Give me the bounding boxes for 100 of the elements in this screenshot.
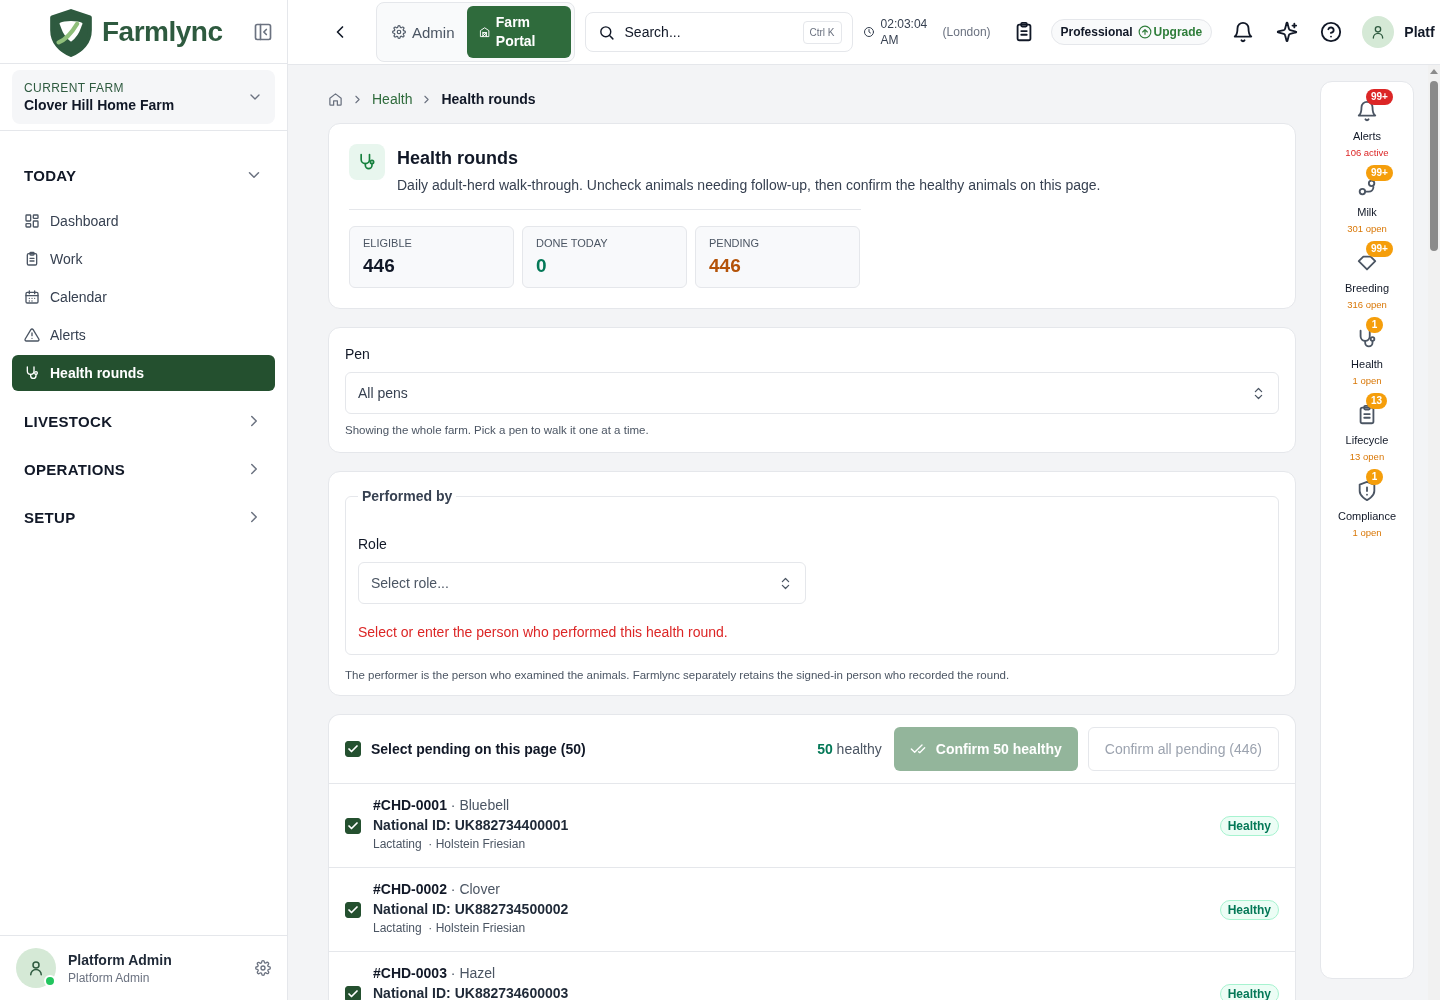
animal-details: Lactating · Holstein Friesian: [373, 921, 527, 935]
animal-row[interactable]: #CHD-0003 · Hazel National ID: UK882734600003 Healthy: [329, 952, 1295, 1000]
quick-link[interactable]: 99+ Milk 301 open: [1322, 166, 1412, 234]
breadcrumb-link[interactable]: Health: [372, 91, 413, 107]
collapse-sidebar-button[interactable]: [253, 21, 273, 42]
check-icon: [347, 987, 359, 1000]
animal-row[interactable]: #CHD-0002 · Clover National ID: UK882734500002 Lactating · Holstein Friesian Healthy: [329, 868, 1295, 952]
status-badge: Healthy: [1219, 899, 1279, 920]
portal-tab[interactable]: Farm Portal: [466, 6, 571, 58]
nav-item[interactable]: Health rounds: [12, 355, 275, 391]
animal-row[interactable]: #CHD-0001 · Bluebell National ID: UK882734400001 Lactating · Holstein Friesian Healthy: [329, 784, 1295, 868]
settings-icon: [392, 25, 406, 39]
status-badge: Healthy: [1219, 815, 1279, 836]
barn-icon: [478, 25, 490, 39]
check-icon: [347, 819, 359, 832]
healthy-count: 50 healthy: [817, 741, 882, 757]
stat-label: ELIGIBLE: [363, 237, 413, 249]
user-name: Platform Admin: [68, 951, 173, 968]
farm-selector[interactable]: CURRENT FARM Clover Hill Home Farm: [12, 70, 275, 124]
national-id: National ID: UK882734400001: [373, 817, 570, 833]
item-status: 13 open: [1349, 451, 1385, 462]
item-status: 316 open: [1347, 299, 1387, 310]
clock-time: 02:03:04 AM: [880, 16, 929, 48]
user-name[interactable]: Platf: [1404, 24, 1435, 40]
stat-value: 0: [536, 255, 548, 277]
shortcut-hint: Ctrl K: [802, 20, 842, 44]
nav-section[interactable]: TODAY: [12, 151, 275, 199]
panel-collapse-icon: [253, 21, 273, 42]
field-hint: Showing the whole farm. Pick a pen to walk it one at a time.: [345, 424, 650, 436]
plan-name: Professional: [1060, 25, 1133, 39]
checkbox[interactable]: [345, 901, 361, 918]
user-avatar[interactable]: [1362, 16, 1395, 48]
scrollbar[interactable]: [1428, 65, 1440, 1000]
page-title: Health rounds: [397, 148, 519, 169]
animal-details: Lactating · Holstein Friesian: [373, 837, 527, 851]
status-badge: Healthy: [1219, 983, 1279, 1000]
upgrade-icon: [1137, 25, 1152, 39]
group-legend: Performed by: [358, 488, 457, 504]
page-description: Daily adult-herd walk-through. Uncheck animals needing follow-up, then confirm the healthy animals on this page.: [397, 177, 1101, 193]
nav-section[interactable]: OPERATIONS: [12, 445, 275, 493]
item-status: 1 open: [1352, 375, 1382, 386]
clock-icon: [862, 26, 875, 38]
grid-icon: [24, 213, 40, 229]
animal-title: #CHD-0003 · Hazel: [373, 965, 497, 981]
count-badge: 13: [1366, 393, 1388, 409]
quick-link[interactable]: 1 Compliance 1 open: [1322, 470, 1412, 538]
check-icon: [347, 743, 359, 755]
nav-item[interactable]: Dashboard: [12, 203, 275, 239]
user-role: Platform Admin: [68, 970, 151, 985]
select-all-label: Select pending on this page (50): [371, 741, 587, 757]
home-icon: [328, 91, 343, 107]
help-icon: [1320, 21, 1343, 43]
animal-title: #CHD-0002 · Clover: [373, 881, 501, 897]
quick-link[interactable]: 13 Lifecycle 13 open: [1322, 394, 1412, 462]
item-status: 1 open: [1352, 527, 1382, 538]
user-avatar[interactable]: [16, 948, 56, 988]
shield-icon: [1356, 480, 1378, 502]
search-icon: [597, 23, 615, 41]
portal-tab[interactable]: Admin: [380, 6, 467, 58]
settings-button[interactable]: [255, 960, 271, 976]
count-badge: 1: [1366, 317, 1383, 333]
quick-link[interactable]: 99+ Breeding 316 open: [1322, 242, 1412, 310]
item-status: 106 active: [1345, 147, 1389, 158]
nav-item[interactable]: Calendar: [12, 279, 275, 315]
nav-section[interactable]: SETUP: [12, 493, 275, 541]
count-badge: 99+: [1366, 89, 1393, 105]
animal-title: #CHD-0001 · Bluebell: [373, 797, 511, 813]
brand-name: Farmlync: [102, 15, 224, 48]
calendar-icon: [24, 289, 40, 305]
count-badge: 99+: [1366, 165, 1393, 181]
field-label: Pen: [345, 346, 371, 362]
farm-name: Clover Hill Home Farm: [24, 97, 176, 113]
checkbox[interactable]: [345, 817, 361, 834]
stat-label: DONE TODAY: [536, 237, 609, 249]
checkbox[interactable]: [345, 985, 361, 1000]
item-status: 301 open: [1347, 223, 1387, 234]
clipboard-icon: [24, 251, 40, 267]
pen-select[interactable]: All pens: [345, 372, 1279, 414]
stat-value: 446: [709, 255, 742, 277]
clock-zone: (London): [942, 25, 991, 39]
bell-icon: [1356, 100, 1378, 122]
bell-icon: [1232, 21, 1255, 43]
stethoscope-glyph: [357, 152, 377, 172]
farm-label: CURRENT FARM: [24, 81, 125, 95]
national-id: National ID: UK882734500002: [373, 901, 570, 917]
quick-link[interactable]: 99+ Alerts 106 active: [1322, 90, 1412, 158]
breadcrumb-current: Health rounds: [441, 91, 536, 107]
nav-section[interactable]: LIVESTOCK: [12, 397, 275, 445]
role-select[interactable]: Select role...: [358, 562, 806, 604]
quick-link[interactable]: 1 Health 1 open: [1322, 318, 1412, 386]
count-badge: 99+: [1366, 241, 1393, 257]
nav-item[interactable]: Alerts: [12, 317, 275, 353]
upgrade-link[interactable]: Upgrade: [1137, 25, 1203, 39]
stat-value: 446: [363, 255, 396, 277]
field-note: The performer is the person who examined the animals. Farmlync separately retains the signed-in person who recorded the round.: [345, 669, 1011, 681]
count-badge: 1: [1366, 469, 1383, 485]
checkbox[interactable]: [345, 741, 361, 757]
search-field[interactable]: Search... Ctrl K: [584, 12, 853, 52]
nav-item[interactable]: Work: [12, 241, 275, 277]
settings-icon: [255, 960, 271, 976]
